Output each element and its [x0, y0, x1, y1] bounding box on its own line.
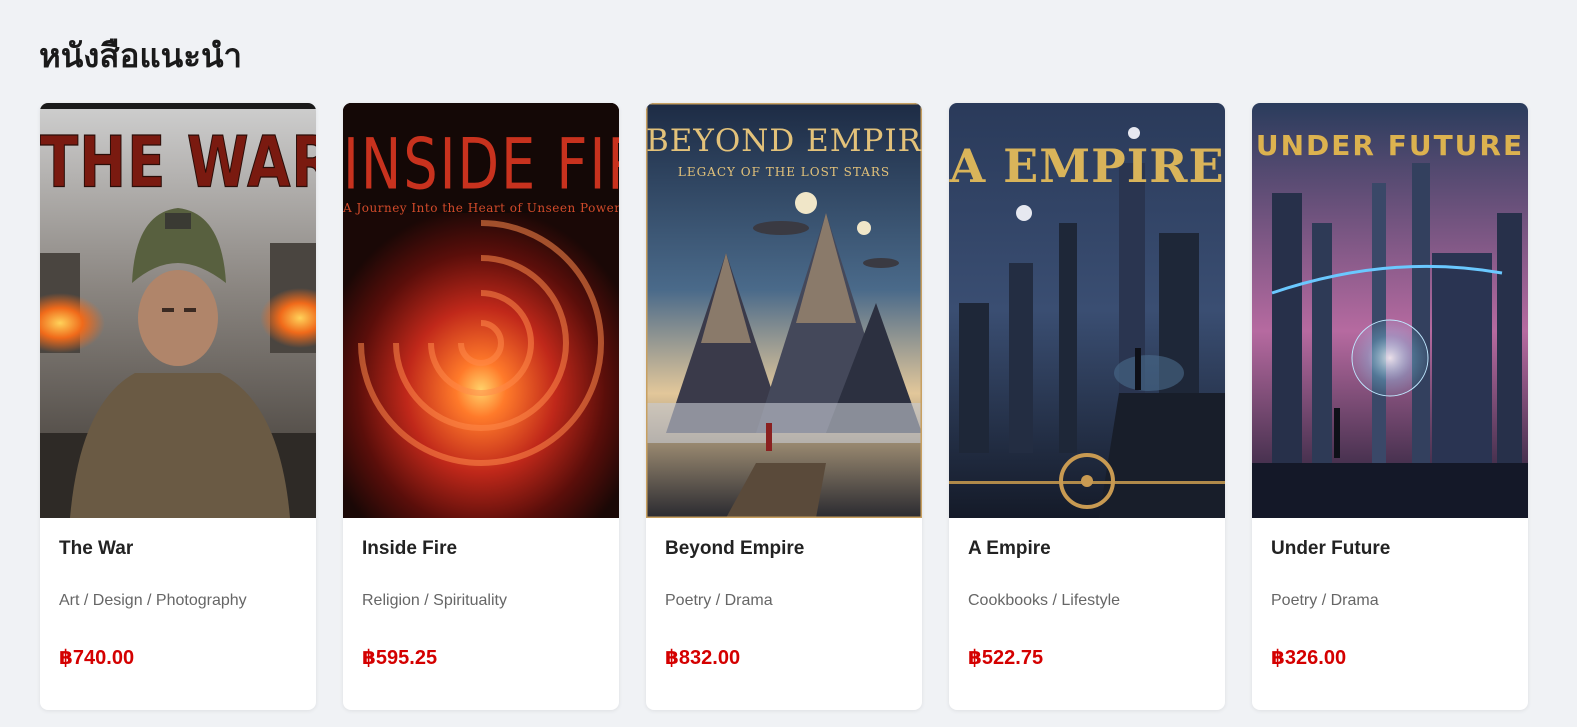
book-category: Art / Design / Photography — [59, 592, 247, 609]
book-title[interactable]: Inside Fire — [362, 538, 600, 560]
cover-subtitle: A Journey Into the Heart of Unseen Power — [343, 201, 619, 215]
book-card[interactable]: BEYOND EMPIRE LEGACY OF THE LOST STARS B… — [646, 103, 922, 710]
cover-title: THE WAR — [40, 122, 316, 205]
book-category: Cookbooks / Lifestyle — [968, 592, 1121, 609]
book-category: Poetry / Drama — [665, 592, 773, 609]
book-price: ฿522.75 — [968, 647, 1044, 669]
section-title: หนังสือแนะนำ — [39, 36, 243, 75]
book-card[interactable]: INSIDE FIRE A Journey Into the Heart of … — [343, 103, 619, 710]
book-cover[interactable]: UNDER FUTURE — [1252, 103, 1528, 518]
book-title[interactable]: A Empire — [968, 538, 1206, 560]
book-price: ฿740.00 — [59, 647, 135, 669]
future-city-art — [1252, 103, 1528, 518]
book-cover[interactable]: THE WAR — [40, 103, 316, 518]
book-card[interactable]: A EMPIRE A Empire Cookbooks / Lifestyle … — [949, 103, 1225, 710]
book-price: ฿326.00 — [1271, 647, 1347, 669]
book-cover[interactable]: INSIDE FIRE A Journey Into the Heart of … — [343, 103, 619, 518]
book-grid: THE WAR The War Art / Design / Photograp… — [40, 103, 1528, 710]
book-category: Poetry / Drama — [1271, 592, 1379, 609]
cover-title: UNDER FUTURE — [1255, 129, 1525, 162]
book-title[interactable]: Beyond Empire — [665, 538, 903, 560]
cover-title: A EMPIRE — [949, 139, 1225, 193]
book-cover[interactable]: A EMPIRE — [949, 103, 1225, 518]
book-category: Religion / Spirituality — [362, 592, 507, 609]
book-card[interactable]: UNDER FUTURE Under Future Poetry / Drama… — [1252, 103, 1528, 710]
cover-title: INSIDE FIRE — [343, 123, 619, 206]
book-card[interactable]: THE WAR The War Art / Design / Photograp… — [40, 103, 316, 710]
book-title[interactable]: The War — [59, 538, 297, 560]
cover-subtitle: LEGACY OF THE LOST STARS — [677, 165, 891, 179]
book-cover[interactable]: BEYOND EMPIRE LEGACY OF THE LOST STARS — [646, 103, 922, 518]
book-price: ฿595.25 — [362, 647, 438, 669]
cover-title: BEYOND EMPIRE — [646, 123, 922, 159]
book-title[interactable]: Under Future — [1271, 538, 1509, 560]
book-price: ฿832.00 — [665, 647, 741, 669]
